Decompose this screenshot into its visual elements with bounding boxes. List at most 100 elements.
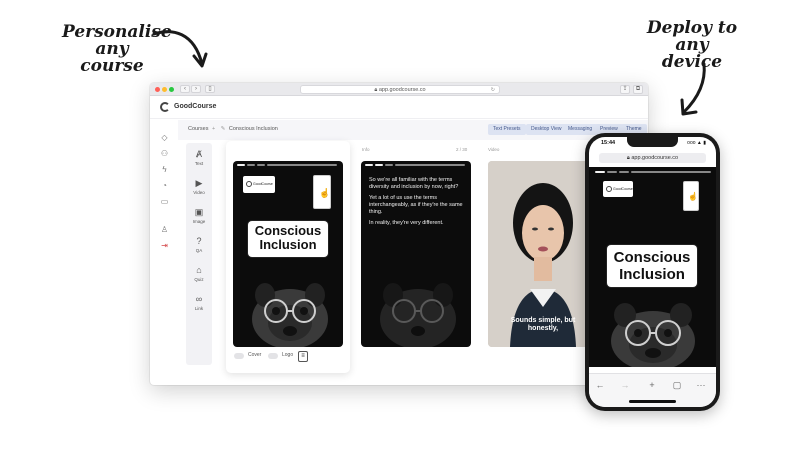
browser-window: ‹ › ▯ 🔒︎ app.goodcourse.co ↻ ⇪ ⧉ GoodCou…: [150, 83, 648, 385]
logo-card: GoodCourse: [243, 176, 275, 193]
phone-url-text: app.goodcourse.co: [631, 155, 679, 161]
inbox-icon[interactable]: ▭: [159, 196, 170, 207]
tool-link[interactable]: ∞ Link: [188, 294, 210, 316]
tool-video[interactable]: ▶ Video: [188, 178, 210, 200]
panel-label: Video: [488, 147, 500, 152]
curved-arrow-icon: [680, 62, 706, 116]
tool-label: Video: [193, 190, 205, 195]
left-rail: ◇ ⚇ ϟ ◔ ▭ ♙ ⇥: [150, 120, 178, 385]
image-icon: ▣: [194, 207, 204, 217]
add-icon[interactable]: +: [645, 380, 659, 390]
minimize-window-dot[interactable]: [162, 87, 167, 92]
close-window-dot[interactable]: [155, 87, 160, 92]
hand-pointer-icon: ☝: [688, 192, 698, 201]
block-tools: Ⱥ Text ▶ Video ▣ Image ? QA ⌂ Quiz ∞ Lin…: [186, 143, 212, 365]
slide-title-line: Inclusion: [619, 266, 685, 283]
tool-label: Quiz: [194, 277, 204, 282]
more-icon[interactable]: ···: [694, 380, 708, 390]
progress-segment: [365, 164, 373, 166]
app-header: GoodCourse: [150, 96, 648, 119]
panel-number: 2 / 30: [456, 147, 468, 152]
video-subtitle: Sounds simple, but honestly,: [496, 317, 590, 333]
mini-phone-icon: ☝: [683, 181, 699, 211]
link-icon: ∞: [195, 294, 203, 304]
phone-slide-title-card: Conscious Inclusion: [607, 245, 697, 287]
reload-icon[interactable]: ↻: [491, 86, 495, 94]
pug-with-glasses-image: [611, 303, 695, 367]
breadcrumb: Courses + ✎ Conscious Inclusion: [188, 126, 278, 132]
plus-icon[interactable]: +: [212, 126, 215, 132]
sidebar-icon[interactable]: ▯: [205, 85, 215, 93]
logo-toggle[interactable]: [268, 353, 278, 359]
users-icon[interactable]: ⚇: [159, 148, 170, 159]
slide-video[interactable]: Sounds simple, but honestly,: [488, 161, 598, 347]
tabs-icon[interactable]: ⧉: [633, 85, 643, 94]
editor-topbar: Courses + ✎ Conscious Inclusion Text Pre…: [178, 120, 648, 140]
phone-slide-cover[interactable]: GoodCourse ☝ Conscious Inclusion: [589, 167, 716, 367]
slide-paragraph: Yet a lot of us use the terms interchang…: [369, 195, 463, 215]
desktop-view-button[interactable]: Desktop View: [526, 124, 567, 135]
logo-card: GoodCourse: [603, 181, 633, 197]
slide-title-line: Conscious: [254, 223, 322, 238]
goodcourse-logo-icon: [160, 102, 170, 112]
goodcourse-logo-icon: [606, 186, 612, 192]
maximize-window-dot[interactable]: [169, 87, 174, 92]
progress-segment: [607, 171, 617, 173]
tabs-icon[interactable]: ▢: [670, 380, 684, 391]
address-bar[interactable]: 🔒︎ app.goodcourse.co ↻: [300, 85, 500, 94]
phone-status-icons: ooo ▲ ▮: [687, 140, 706, 146]
goodcourse-logo-icon: [246, 181, 252, 187]
slide-cover[interactable]: GoodCourse ☝ Conscious Inclusion: [233, 161, 343, 347]
tool-text[interactable]: Ⱥ Text: [188, 149, 210, 171]
text-presets-button[interactable]: Text Presets: [488, 124, 526, 135]
home-indicator: [629, 400, 676, 403]
phone-screen: 15:44 ooo ▲ ▮ 🔒︎ app.goodcourse.co GoodC…: [589, 137, 716, 407]
tool-label: Image: [192, 219, 206, 224]
slide-paragraph: So we're all familiar with the terms div…: [369, 177, 459, 190]
tool-qa[interactable]: ? QA: [188, 236, 210, 258]
url-text: app.goodcourse.co: [378, 87, 426, 93]
text-icon: Ⱥ: [195, 149, 202, 159]
pencil-icon[interactable]: ✎: [221, 126, 226, 132]
progress-segment: [247, 164, 255, 166]
messaging-button[interactable]: Messaging: [563, 124, 598, 135]
progress-segment: [595, 171, 605, 173]
caption-personalise: Personalise any course: [62, 24, 172, 76]
brand-name: GoodCourse: [174, 103, 217, 110]
quiz-icon: ⌂: [196, 265, 202, 275]
mini-phone-icon: ☝: [313, 175, 331, 209]
breadcrumb-current: Conscious Inclusion: [228, 126, 278, 132]
phone-browser-toolbar: ← → + ▢ ···: [589, 373, 716, 407]
share-icon[interactable]: ⇪: [620, 85, 630, 94]
chevron-right-icon[interactable]: ›: [191, 85, 201, 93]
phone-device: 15:44 ooo ▲ ▮ 🔒︎ app.goodcourse.co GoodC…: [585, 133, 720, 411]
cover-toggle[interactable]: [234, 353, 244, 359]
graduation-cap-icon[interactable]: ◇: [159, 132, 170, 143]
chevron-left-icon[interactable]: ‹: [180, 85, 190, 93]
breadcrumb-courses[interactable]: Courses: [188, 126, 208, 132]
browser-chrome: ‹ › ▯ 🔒︎ app.goodcourse.co ↻ ⇪ ⧉: [150, 83, 648, 96]
curved-arrow-icon: [152, 30, 208, 68]
question-icon: ?: [196, 236, 202, 246]
tool-label: Link: [194, 306, 204, 311]
user-icon[interactable]: ♙: [159, 224, 170, 235]
logout-icon[interactable]: ⇥: [159, 240, 170, 251]
pug-with-glasses-image: [252, 283, 328, 347]
caption-line: any course: [80, 39, 144, 76]
progress-segment: [267, 164, 337, 166]
pug-with-glasses-image: [380, 283, 456, 347]
progress-segment: [375, 164, 383, 166]
document-icon[interactable]: ≡: [298, 351, 308, 362]
slide-text-info[interactable]: So we're all familiar with the terms div…: [361, 161, 471, 347]
lightning-icon[interactable]: ϟ: [159, 164, 170, 175]
tool-label: QA: [195, 248, 203, 253]
progress-segment: [385, 164, 393, 166]
phone-address-bar[interactable]: 🔒︎ app.goodcourse.co: [599, 153, 706, 163]
tool-image[interactable]: ▣ Image: [188, 207, 210, 229]
progress-segment: [257, 164, 265, 166]
chart-icon[interactable]: ◔: [159, 180, 170, 191]
forward-icon[interactable]: →: [618, 380, 632, 390]
progress-segment: [619, 171, 629, 173]
back-icon[interactable]: ←: [593, 380, 607, 390]
tool-quiz[interactable]: ⌂ Quiz: [188, 265, 210, 287]
